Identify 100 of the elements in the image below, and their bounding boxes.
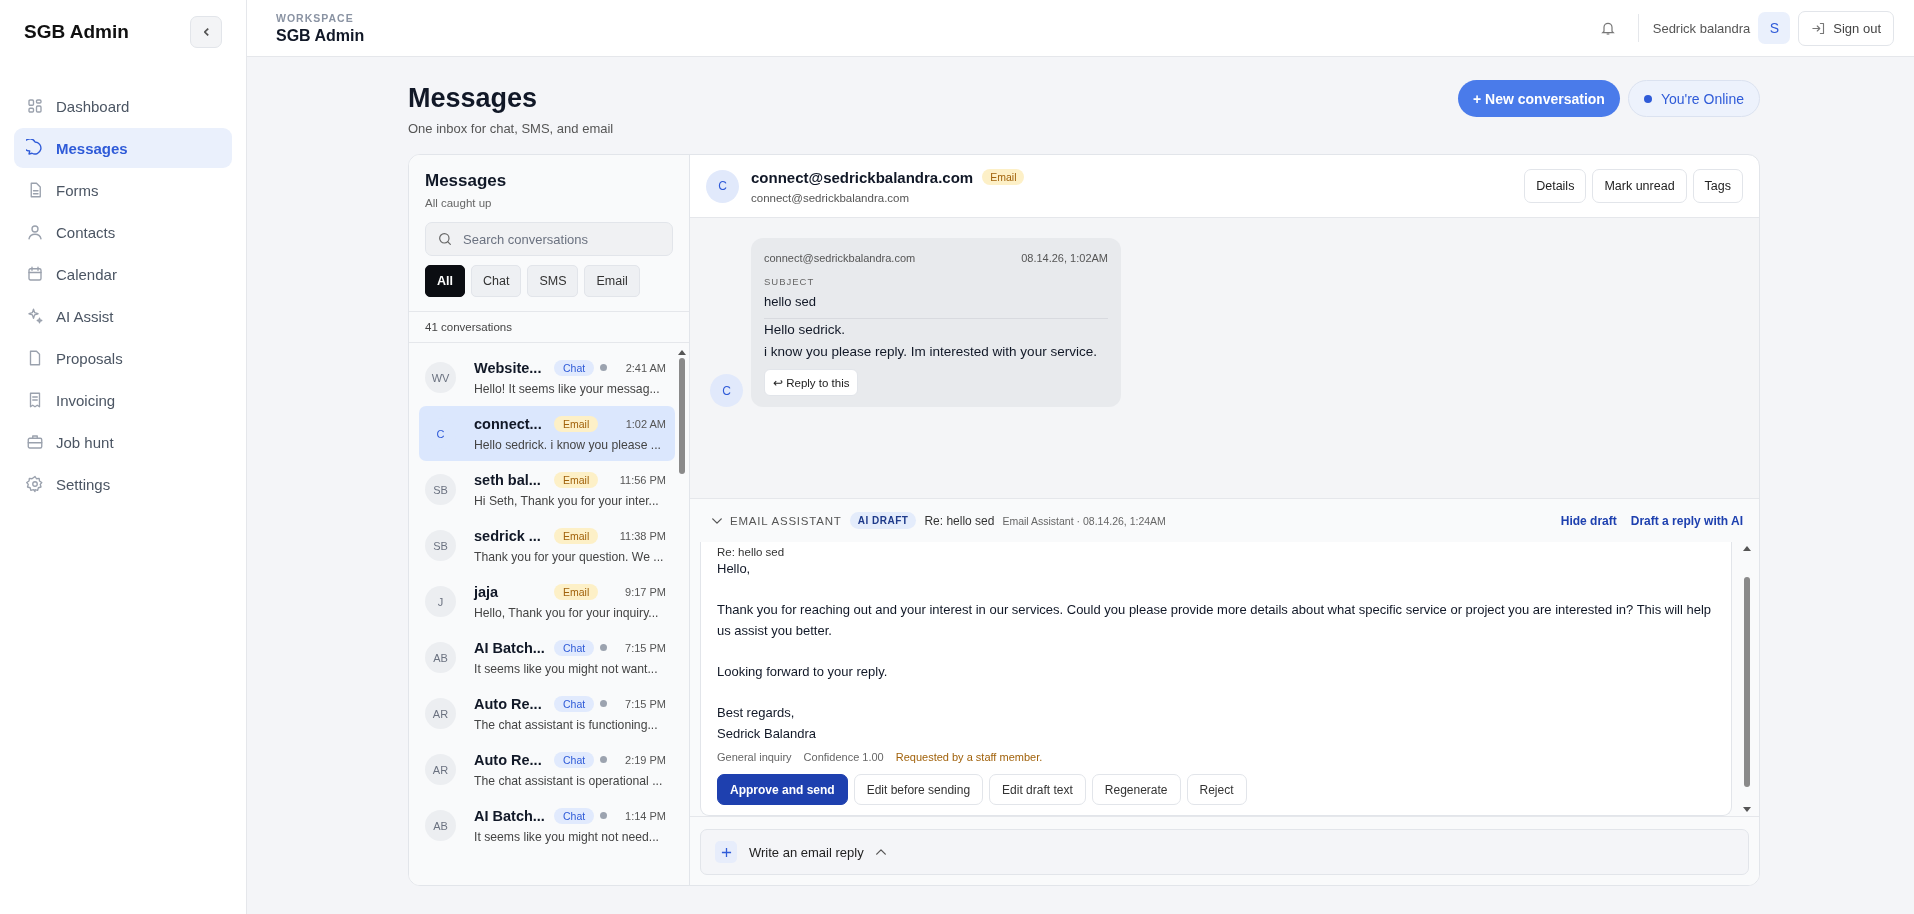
contact-name: Website... [474, 359, 543, 376]
conversation-item[interactable]: AB AI Batch... Chat 1:14 PM It seems like you might not need... [419, 798, 675, 853]
filter-tab[interactable]: SMS [527, 265, 579, 297]
scroll-down-arrow-icon[interactable] [1742, 807, 1751, 812]
draft-meta: Email Assistant · 08.14.26, 1:24AM [1002, 514, 1166, 527]
search-icon [437, 231, 453, 247]
contact-name: Auto Re... [474, 751, 543, 768]
message-text: i know you please reply. Im interested with your service. [764, 343, 1098, 361]
contact-name: seth bal... [474, 471, 542, 488]
scroll-up-arrow-icon[interactable] [678, 350, 686, 355]
draft-action-button[interactable]: Edit before sending [853, 774, 984, 805]
draft-action-button[interactable]: Approve and send [717, 774, 848, 805]
message-time: 1:14 PM [625, 809, 666, 822]
conversation-item[interactable]: AR Auto Re... Chat 2:19 PM The chat assistant is operational ... [419, 742, 675, 797]
briefcase-icon [26, 433, 44, 451]
page-title: Messages [408, 83, 539, 114]
calendar-icon [26, 265, 44, 283]
message-preview: The chat assistant is functioning... [474, 717, 659, 732]
nav-item[interactable]: Messages [14, 128, 232, 168]
contact-email: connect@sedrickbalandra.com [751, 191, 911, 204]
reply-button[interactable]: ↩ Reply to this [764, 369, 859, 396]
chevron-up-icon [875, 849, 886, 855]
draft-link[interactable]: Draft a reply with AI [1630, 513, 1743, 528]
message-time: 7:15 PM [625, 641, 666, 654]
draft-link[interactable]: Hide draft [1560, 513, 1617, 528]
status-dot-icon [1643, 94, 1652, 103]
message-time: 1:02 AM [625, 417, 666, 430]
nav-item[interactable]: Settings [14, 464, 232, 504]
action-button[interactable]: Mark unread [1592, 169, 1687, 203]
plus-icon [715, 841, 737, 863]
filter-tab[interactable]: All [425, 265, 465, 297]
page-subtitle: One inbox for chat, SMS, and email [408, 121, 614, 136]
person-icon [26, 223, 44, 241]
conversation-item[interactable]: WV Website... Chat 2:41 AM Hello! It seems like your messag... [419, 350, 675, 405]
conversation-item[interactable]: J jaja Email 9:17 PM Hello, Thank you for your inquiry... [419, 574, 675, 629]
contact-name: connect@sedrickbalandra.com [751, 168, 974, 186]
new-conversation-button[interactable]: + New conversation [1458, 80, 1620, 117]
nav-item[interactable]: Proposals [14, 338, 232, 378]
channel-tag: Chat [554, 751, 595, 768]
user-avatar: S [1758, 12, 1791, 44]
scrollbar-thumb[interactable] [1743, 577, 1750, 787]
avatar: WV [425, 362, 456, 393]
nav-item[interactable]: Invoicing [14, 380, 232, 420]
avatar: C [710, 374, 743, 407]
filter-tab[interactable]: Chat [471, 265, 522, 297]
channel-tag: Chat [554, 639, 595, 656]
nav-item[interactable]: Calendar [14, 254, 232, 294]
conversation-item[interactable]: SB sedrick ... Email 11:38 PM Thank you for your question. We ... [419, 518, 675, 573]
channel-tag: Chat [554, 359, 595, 376]
avatar: AB [425, 642, 456, 673]
inbox-title: Messages [425, 171, 508, 191]
draft-action-button[interactable]: Edit draft text [989, 774, 1086, 805]
channel-tag: Email [554, 471, 599, 488]
draft-subject: Re: hello sed [717, 546, 786, 558]
message-preview: Hello, Thank you for your inquiry... [474, 605, 660, 620]
action-button[interactable]: Tags [1692, 169, 1743, 203]
action-button[interactable]: Details [1524, 169, 1587, 203]
nav-item[interactable]: Job hunt [14, 422, 232, 462]
conversation-item[interactable]: AR Auto Re... Chat 7:15 PM The chat assistant is functioning... [419, 686, 675, 741]
filter-tab[interactable]: Email [584, 265, 640, 297]
channel-tag: Chat [554, 695, 595, 712]
contact-name: connect... [474, 415, 543, 432]
message-preview: Thank you for your question. We ... [474, 549, 665, 564]
draft-paragraph: Hello, [717, 560, 752, 578]
avatar: C [706, 169, 739, 203]
grid-icon [26, 97, 44, 115]
draft-paragraph: Looking forward to your reply. [717, 663, 889, 681]
draft-action-button[interactable]: Regenerate [1091, 774, 1181, 805]
settings-icon [26, 475, 44, 493]
sign-out-button[interactable]: Sign out [1798, 10, 1894, 46]
channel-tag: Email [554, 415, 599, 432]
user-name: Sedrick balandra [1652, 20, 1751, 36]
conversation-item[interactable]: AB AI Batch... Chat 7:15 PM It seems like you might not want... [419, 630, 675, 685]
channel-tag: Email [982, 169, 1025, 185]
draft-category: General inquiry [717, 751, 792, 763]
nav-item[interactable]: Forms [14, 170, 232, 210]
subject-label: SUBJECT [764, 276, 816, 287]
conversation-item[interactable]: SB seth bal... Email 11:56 PM Hi Seth, Thank you for your inter... [419, 462, 675, 517]
scroll-up-arrow-icon[interactable] [1742, 546, 1751, 551]
nav-item[interactable]: AI Assist [14, 296, 232, 336]
reply-composer[interactable]: Write an email reply [700, 829, 1749, 875]
app-title: SGB Admin [24, 21, 129, 43]
contact-name: jaja [474, 583, 500, 600]
notifications-bell-icon[interactable] [1599, 20, 1616, 36]
draft-label: EMAIL ASSISTANT [730, 514, 842, 527]
nav-item[interactable]: Dashboard [14, 86, 232, 126]
nav-item[interactable]: Contacts [14, 212, 232, 252]
scrollbar-thumb[interactable] [679, 358, 685, 474]
draft-confidence: Confidence 1.00 [803, 751, 884, 763]
conversation-item[interactable]: C connect... Email 1:02 AM Hello sedrick. i know you please ... [419, 406, 675, 461]
draft-action-button[interactable]: Reject [1186, 774, 1247, 805]
message-time: 11:56 PM [619, 473, 666, 486]
draft-subject: Re: hello sed [924, 513, 995, 528]
composer-label: Write an email reply [749, 844, 864, 860]
contact-name: AI Batch... [474, 639, 546, 656]
contact-name: sedrick ... [474, 527, 542, 544]
workspace-label: WORKSPACE [276, 11, 355, 24]
search-field[interactable]: Search conversations [425, 222, 673, 256]
chevron-left-icon [203, 28, 209, 36]
contact-name: AI Batch... [474, 807, 546, 824]
